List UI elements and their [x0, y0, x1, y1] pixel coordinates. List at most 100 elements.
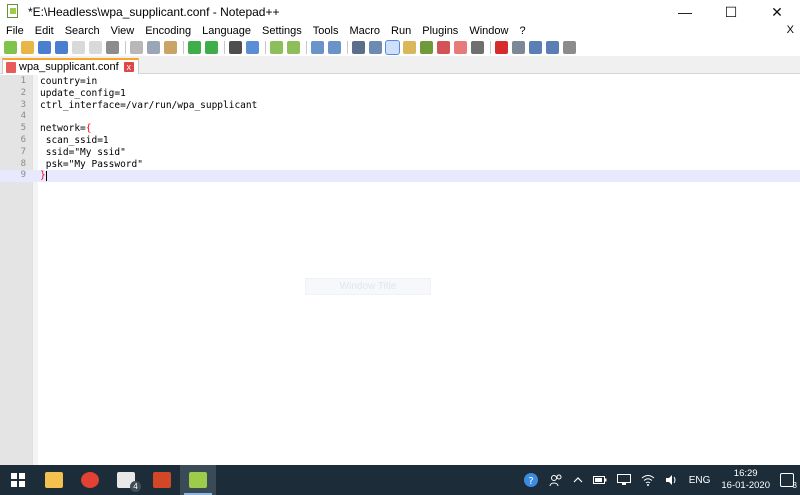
copy-icon[interactable] [147, 40, 160, 54]
taskbar-app[interactable]: 4 [108, 465, 144, 495]
battery-icon[interactable] [592, 475, 607, 485]
save-macro-icon[interactable] [563, 40, 576, 54]
editor-line[interactable]: 7 ssid="My ssid" [0, 147, 800, 159]
function-list-icon[interactable] [437, 40, 450, 54]
tab-wpa-supplicant[interactable]: wpa_supplicant.conf x [2, 58, 139, 74]
taskbar-app[interactable] [180, 465, 216, 495]
user-defined-language-icon[interactable] [403, 40, 416, 54]
new-file-icon[interactable] [4, 40, 17, 54]
taskbar: 4 ? ENG 16:29 16-01-2020 3 [0, 465, 800, 495]
line-text: country=in [40, 76, 98, 87]
close-button[interactable]: ✕ [754, 0, 800, 24]
editor[interactable]: Window Title 1 country=in 2 update_config=1… [0, 75, 800, 465]
line-number: 1 [20, 76, 26, 86]
line-text: scan_ssid=1 [40, 135, 109, 146]
menu-encoding[interactable]: Encoding [139, 25, 196, 37]
tab-close-button[interactable]: x [123, 62, 134, 72]
toolbar-separator [347, 40, 348, 54]
menu-search[interactable]: Search [59, 25, 105, 37]
menu-macro[interactable]: Macro [343, 25, 385, 37]
paste-icon[interactable] [164, 40, 177, 54]
notepadpp-icon [189, 472, 207, 488]
wifi-icon[interactable] [641, 474, 655, 486]
taskbar-app[interactable] [72, 465, 108, 495]
folder-as-workspace-icon[interactable] [454, 40, 467, 54]
zoom-out-icon[interactable] [287, 40, 300, 54]
chevron-up-icon[interactable] [573, 476, 583, 484]
sync-vertical-icon[interactable] [311, 40, 324, 54]
replace-icon[interactable] [246, 40, 259, 54]
play-macro-icon[interactable] [529, 40, 542, 54]
redo-icon[interactable] [205, 40, 218, 54]
menu-plugins[interactable]: Plugins [416, 25, 463, 37]
text-cursor [45, 170, 47, 181]
unsaved-document-icon [6, 61, 16, 73]
word-wrap-icon[interactable] [352, 40, 365, 54]
taskbar-app[interactable] [36, 465, 72, 495]
save-all-icon[interactable] [55, 40, 68, 54]
open-file-icon[interactable] [21, 40, 34, 54]
ghost-window-title: Window Title [305, 278, 431, 295]
menu-tools[interactable]: Tools [307, 25, 344, 37]
indent-guide-icon[interactable] [385, 39, 400, 55]
print-icon[interactable] [106, 40, 119, 54]
volume-icon[interactable] [665, 474, 679, 486]
save-icon[interactable] [38, 40, 51, 54]
title-bar: *E:\Headless\wpa_supplicant.conf - Notep… [0, 0, 800, 24]
sync-horizontal-icon[interactable] [328, 40, 341, 54]
tab-bar: wpa_supplicant.conf x [0, 56, 800, 74]
editor-line[interactable]: 8 psk="My Password" [0, 159, 800, 171]
record-macro-icon[interactable] [495, 40, 508, 54]
menu-settings[interactable]: Settings [256, 25, 307, 37]
menu-view[interactable]: View [105, 25, 140, 37]
notification-icon[interactable]: 3 [780, 473, 797, 490]
editor-line[interactable]: 4 [0, 111, 800, 123]
windows-icon [11, 473, 25, 487]
run-macro-multiple-icon[interactable] [546, 40, 559, 54]
display-icon[interactable] [616, 474, 631, 486]
editor-line[interactable]: 3 ctrl_interface=/var/run/wpa_supplicant [0, 100, 800, 112]
language-indicator[interactable]: ENG [689, 475, 711, 486]
help-icon[interactable]: ? [523, 472, 539, 488]
close-document-button[interactable]: X [787, 24, 794, 36]
editor-line[interactable]: 5 network={ [0, 123, 800, 135]
line-number: 7 [20, 146, 26, 157]
maximize-button[interactable]: ☐ [708, 0, 754, 24]
clock-date: 16-01-2020 [721, 480, 770, 491]
minimize-button[interactable]: — [662, 0, 708, 24]
people-icon[interactable] [549, 473, 563, 487]
undo-icon[interactable] [188, 40, 201, 54]
editor-line[interactable]: 6 scan_ssid=1 [0, 135, 800, 147]
line-text: network={ [40, 123, 92, 135]
clock[interactable]: 16:29 16-01-2020 [721, 468, 770, 492]
show-all-chars-icon[interactable] [369, 40, 382, 54]
taskbar-app[interactable] [144, 465, 180, 495]
menu-file[interactable]: File [0, 25, 29, 37]
stop-record-icon[interactable] [512, 40, 525, 54]
monitoring-icon[interactable] [471, 40, 484, 54]
line-number: 5 [20, 123, 26, 134]
zoom-in-icon[interactable] [270, 40, 283, 54]
close-icon[interactable] [72, 40, 85, 54]
menu-run[interactable]: Run [385, 25, 416, 37]
line-number: 3 [20, 99, 26, 110]
menu-help[interactable]: ? [513, 25, 530, 37]
line-text: update_config=1 [40, 87, 126, 99]
line-number: 9 [20, 170, 26, 181]
menu-edit[interactable]: Edit [29, 25, 59, 37]
document-map-icon[interactable] [420, 40, 433, 54]
menu-bar: File Edit Search View Encoding Language Settin… [0, 24, 800, 38]
chrome-icon [81, 472, 99, 488]
editor-line[interactable]: 9} [0, 170, 800, 183]
menu-language[interactable]: Language [196, 25, 256, 37]
editor-line[interactable]: 2 update_config=1 [0, 88, 800, 100]
toolbar-separator [306, 40, 307, 54]
editor-line[interactable]: 1 country=in [0, 76, 800, 88]
menu-window[interactable]: Window [463, 25, 513, 37]
svg-text:?: ? [528, 476, 533, 487]
cut-icon[interactable] [130, 40, 143, 54]
close-all-icon[interactable] [89, 40, 102, 54]
file-explorer-icon [45, 472, 63, 488]
find-icon[interactable] [229, 40, 242, 54]
start-button[interactable] [0, 465, 36, 495]
